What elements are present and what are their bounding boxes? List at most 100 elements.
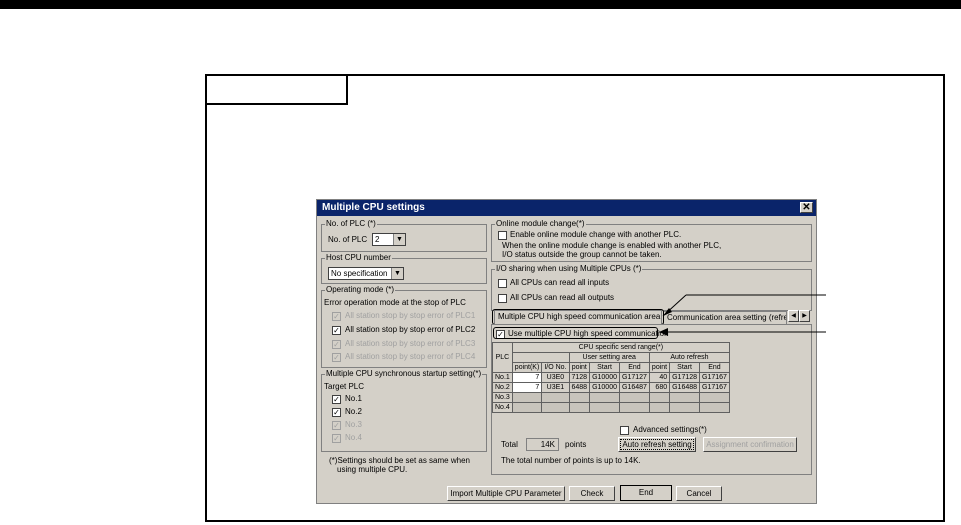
row-plc: No.4 <box>492 402 513 413</box>
sync-no2-checkbox[interactable]: ✓ <box>332 408 341 417</box>
sync-no1-checkbox[interactable]: ✓ <box>332 395 341 404</box>
sync-no2-label: No.2 <box>345 407 362 416</box>
sync-no3-checkbox: ✓ <box>332 421 341 430</box>
no-of-plc-select[interactable]: 2 ▼ <box>372 233 406 246</box>
table-row: No.3 <box>492 392 730 403</box>
stop-error-plc3-checkbox: ✓ <box>332 340 341 349</box>
table-cell: U3E1 <box>541 382 570 393</box>
tab-scroll-right-icon[interactable]: ▶ <box>799 310 810 322</box>
sync-no3-label: No.3 <box>345 420 362 429</box>
tab-communication-area[interactable]: Communication area setting (refresh sett… <box>663 311 787 324</box>
read-inputs-label: All CPUs can read all inputs <box>510 278 610 287</box>
table-row: No.4 <box>492 402 730 413</box>
import-parameter-button[interactable]: Import Multiple CPU Parameter <box>447 486 565 501</box>
table-cell <box>511 402 543 413</box>
table-cell: 680 <box>648 382 671 393</box>
table-cell <box>669 402 701 413</box>
end-button[interactable]: End <box>620 485 672 501</box>
operating-mode-subtitle: Error operation mode at the stop of PLC <box>324 298 466 307</box>
stop-error-plc1-checkbox: ✓ <box>332 312 341 321</box>
table-cell <box>669 392 701 403</box>
assignment-confirmation-button: Assignment confirmation <box>703 437 797 452</box>
no-of-plc-group: No. of PLC (*) No. of PLC 2 ▼ <box>321 219 487 252</box>
table-cell <box>619 402 650 413</box>
table-row: No.2 7 U3E1 6488 G10000 G16487 680 G1648… <box>492 382 730 393</box>
online-module-group: Online module change(*) Enable online mo… <box>491 219 812 262</box>
page-top-rule <box>0 0 961 9</box>
tab-scroll-left-icon[interactable]: ◀ <box>788 310 799 322</box>
auto-refresh-header: Auto refresh <box>648 352 730 363</box>
io-sharing-group-title: I/O sharing when using Multiple CPUs (*) <box>495 264 643 274</box>
table-cell <box>648 392 671 403</box>
host-cpu-value: No specification <box>331 269 388 278</box>
total-unit: points <box>565 440 587 449</box>
table-cell: G10000 <box>589 372 620 383</box>
stop-error-plc4-label: All station stop by stop error of PLC4 <box>345 352 476 361</box>
stop-error-plc4-checkbox: ✓ <box>332 353 341 362</box>
total-note: The total number of points is up to 14K. <box>501 456 641 465</box>
row-plc: No.3 <box>492 392 513 403</box>
read-outputs-label: All CPUs can read all outputs <box>510 293 615 302</box>
table-cell: G16487 <box>619 382 650 393</box>
dialog-title: Multiple CPU settings <box>322 202 425 213</box>
row-plc: No.1 <box>492 372 513 383</box>
table-cell: 40 <box>648 372 671 383</box>
table-cell <box>619 392 650 403</box>
online-module-checkbox[interactable] <box>498 231 507 240</box>
read-outputs-checkbox[interactable] <box>498 294 507 303</box>
table-cell <box>589 392 620 403</box>
table-cell: 6488 <box>568 382 591 393</box>
advanced-settings-label: Advanced settings(*) <box>633 425 707 434</box>
point-k-input[interactable]: 7 <box>511 372 543 383</box>
auto-refresh-button[interactable]: Auto refresh setting <box>618 437 696 452</box>
table-cell: G16488 <box>669 382 701 393</box>
no-of-plc-group-title: No. of PLC (*) <box>325 219 377 229</box>
send-range-header: CPU specific send range(*) <box>511 342 730 353</box>
table-cell <box>511 392 543 403</box>
no-of-plc-label: No. of PLC <box>328 235 368 244</box>
table-cell: G17167 <box>699 382 730 393</box>
stop-error-plc2-checkbox[interactable]: ✓ <box>332 326 341 335</box>
sync-startup-group: Multiple CPU synchronous startup setting… <box>321 369 487 452</box>
sync-no4-label: No.4 <box>345 433 362 442</box>
io-sharing-group: I/O sharing when using Multiple CPUs (*)… <box>491 264 812 311</box>
column-header: point <box>648 362 671 373</box>
column-header: I/O No. <box>541 362 570 373</box>
multiple-cpu-settings-dialog: Multiple CPU settings ✕ No. of PLC (*) N… <box>316 199 817 504</box>
stop-error-plc3-label: All station stop by stop error of PLC3 <box>345 339 476 348</box>
table-cell <box>568 392 591 403</box>
stop-error-plc2-label: All station stop by stop error of PLC2 <box>345 325 476 334</box>
table-row: No.1 7 U3E0 7128 G10000 G17127 40 G17128… <box>492 372 730 383</box>
total-label: Total <box>501 440 518 449</box>
online-module-desc-2: I/O status outside the group cannot be t… <box>502 250 662 259</box>
table-cell: G17128 <box>669 372 701 383</box>
plc-column-header: PLC <box>492 342 513 373</box>
column-header: point(K) <box>511 362 543 373</box>
check-button[interactable]: Check <box>569 486 615 501</box>
table-cell <box>699 392 730 403</box>
table-cell <box>568 402 591 413</box>
read-inputs-checkbox[interactable] <box>498 279 507 288</box>
column-header: End <box>619 362 650 373</box>
sync-no4-checkbox: ✓ <box>332 434 341 443</box>
table-cell <box>699 402 730 413</box>
blank-header <box>511 352 570 363</box>
operating-mode-group-title: Operating mode (*) <box>325 285 396 295</box>
callout-checkbox-highlight <box>493 327 658 339</box>
host-cpu-select[interactable]: No specification ▼ <box>328 267 404 280</box>
target-plc-label: Target PLC <box>324 382 365 391</box>
host-cpu-group-title: Host CPU number <box>325 253 392 263</box>
table-cell <box>648 402 671 413</box>
column-header: Start <box>669 362 701 373</box>
advanced-settings-checkbox[interactable] <box>620 426 629 435</box>
callout-tab-highlight <box>492 309 664 325</box>
sync-startup-group-title: Multiple CPU synchronous startup setting… <box>325 369 483 379</box>
point-k-input[interactable]: 7 <box>511 382 543 393</box>
figure-frame-tab <box>207 76 348 105</box>
table-cell: G17167 <box>699 372 730 383</box>
close-icon[interactable]: ✕ <box>800 202 813 213</box>
cancel-button[interactable]: Cancel <box>676 486 722 501</box>
total-value: 14K <box>526 438 559 451</box>
operating-mode-group: Operating mode (*) Error operation mode … <box>321 285 487 368</box>
column-header: End <box>699 362 730 373</box>
